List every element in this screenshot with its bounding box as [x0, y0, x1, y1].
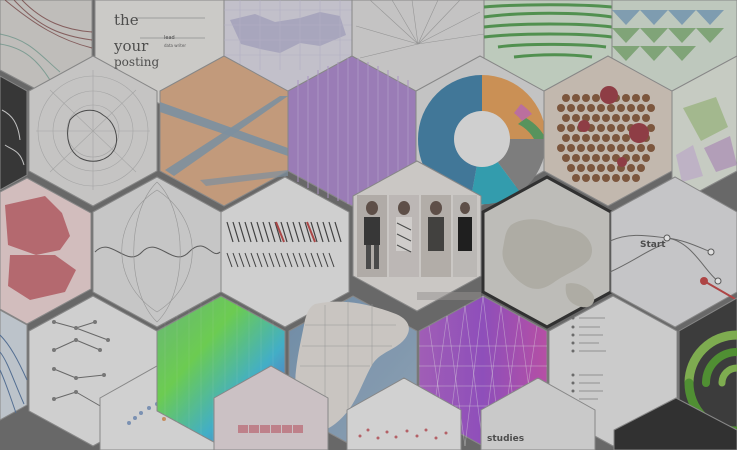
mosaic-artwork: lead data writer: [0, 0, 737, 450]
visualization-mosaic: lead data writer the your posting Start …: [0, 0, 737, 450]
